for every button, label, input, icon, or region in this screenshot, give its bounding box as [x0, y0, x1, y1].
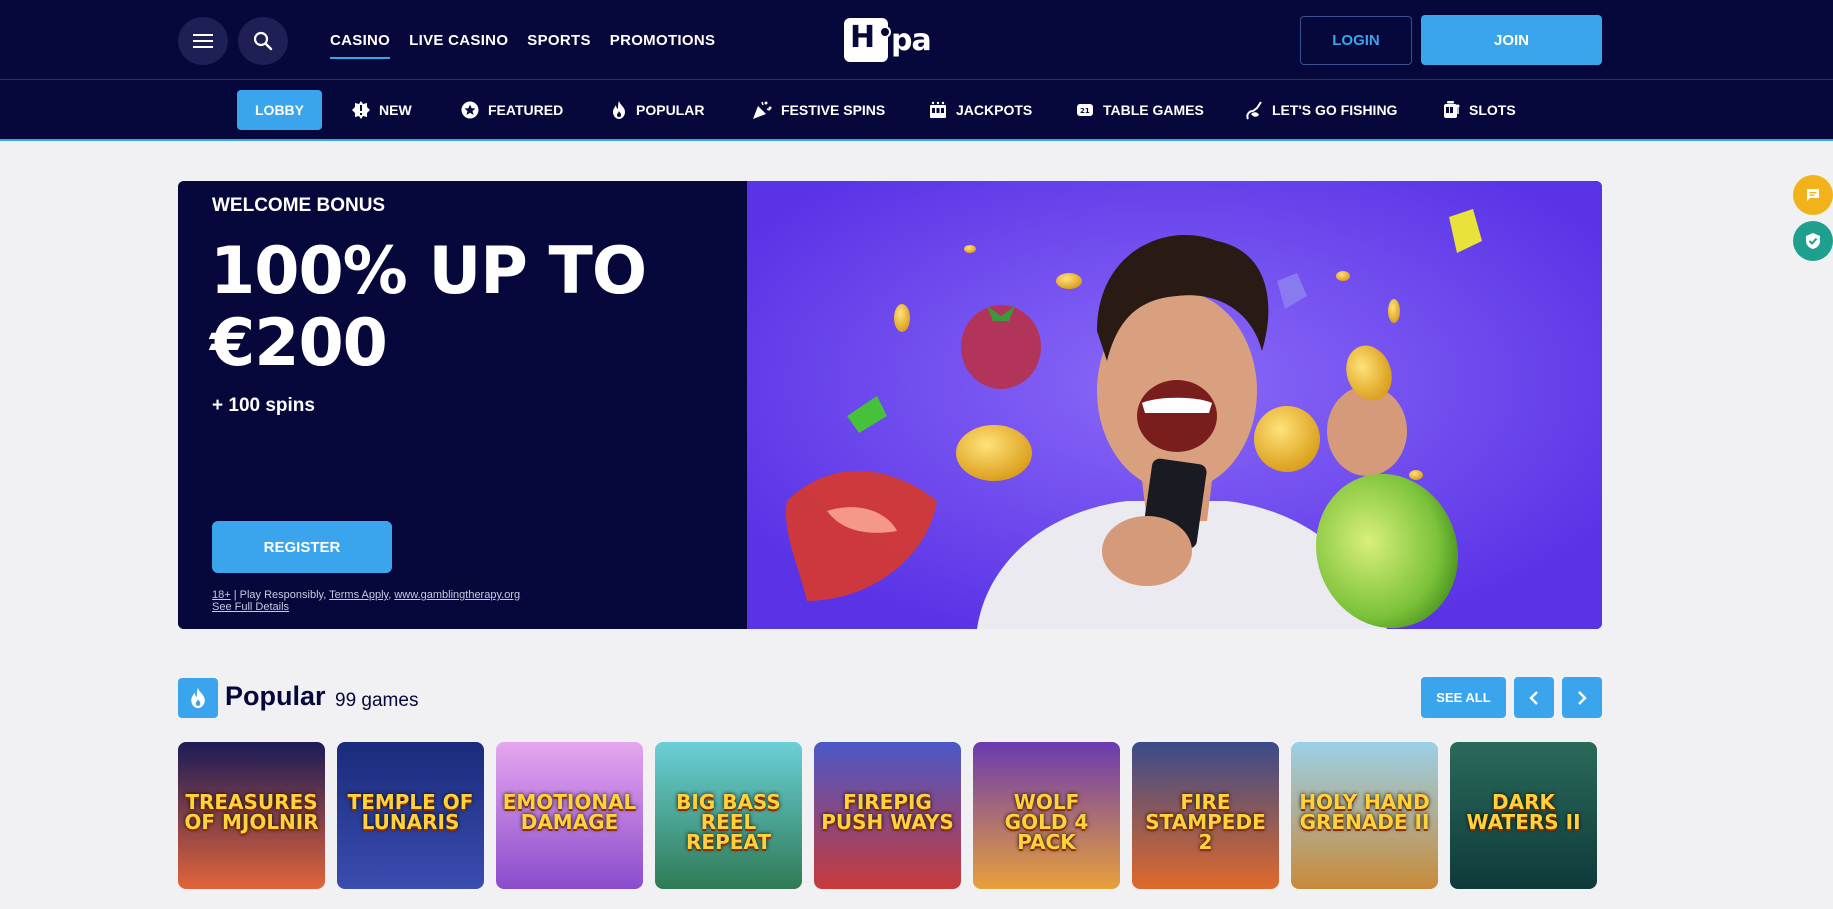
- section-title: Popular: [225, 681, 326, 711]
- chevron-left-icon: [1529, 690, 1538, 705]
- game-tile[interactable]: TEMPLE OF LUNARIS: [337, 742, 484, 889]
- see-all-button[interactable]: SEE ALL: [1421, 677, 1506, 718]
- terms-link[interactable]: Terms Apply: [329, 589, 388, 601]
- main-nav: CASINO LIVE CASINO SPORTS PROMOTIONS: [330, 0, 715, 80]
- join-button[interactable]: JOIN: [1421, 15, 1602, 65]
- game-title: DARK WATERS II: [1466, 790, 1581, 834]
- login-button[interactable]: LOGIN: [1300, 16, 1412, 65]
- game-tile[interactable]: FIREPIG PUSH WAYS: [814, 742, 961, 889]
- banner-text-panel: WELCOME BONUS 100% UP TO €200 + 100 spin…: [178, 181, 747, 629]
- slot-icon: [1444, 101, 1460, 118]
- game-title: FIREPIG PUSH WAYS: [821, 790, 954, 834]
- shield-check-icon: [1806, 233, 1820, 249]
- category-bar: LOBBY NEW FEATURED POPULAR FESTIVE SPINS…: [0, 80, 1833, 141]
- top-navigation-bar: CASINO LIVE CASINO SPORTS PROMOTIONS H p…: [0, 0, 1833, 80]
- gambling-therapy-link[interactable]: www.gamblingtherapy.org: [394, 589, 520, 601]
- nav-casino[interactable]: CASINO: [330, 26, 391, 59]
- category-label: LET'S GO FISHING: [1272, 102, 1398, 118]
- flame-icon: [613, 101, 625, 119]
- category-label: TABLE GAMES: [1103, 102, 1204, 118]
- game-title: EMOTIONAL DAMAGE: [502, 790, 637, 834]
- game-tile[interactable]: EMOTIONAL DAMAGE: [496, 742, 643, 889]
- game-title: WOLF GOLD 4 PACK: [1004, 790, 1089, 854]
- banner-image: [747, 181, 1602, 629]
- game-title: TEMPLE OF LUNARIS: [347, 790, 474, 834]
- age-link[interactable]: 18+: [212, 589, 231, 601]
- game-tile[interactable]: TREASURES OF MJOLNIR: [178, 742, 325, 889]
- nav-sports[interactable]: SPORTS: [527, 26, 590, 55]
- hamburger-icon: [193, 34, 213, 48]
- category-lets-go-fishing[interactable]: LET'S GO FISHING: [1245, 90, 1397, 130]
- security-button[interactable]: [1793, 221, 1833, 261]
- register-button[interactable]: REGISTER: [212, 521, 392, 573]
- banner-eyebrow: WELCOME BONUS: [212, 195, 386, 216]
- cards-icon: 21: [1077, 104, 1093, 116]
- game-title: BIG BASS REEL REPEAT: [676, 790, 781, 854]
- game-tile[interactable]: DARK WATERS II: [1450, 742, 1597, 889]
- category-label: JACKPOTS: [956, 102, 1033, 118]
- fish-icon: [1246, 101, 1262, 120]
- category-label: FESTIVE SPINS: [781, 102, 886, 118]
- game-title: FIRE STAMPEDE 2: [1145, 790, 1266, 854]
- category-festive-spins[interactable]: FESTIVE SPINS: [752, 90, 885, 130]
- category-lobby[interactable]: LOBBY: [237, 90, 322, 130]
- chevron-right-icon: [1578, 690, 1587, 705]
- game-title: HOLY HAND GRENADE II: [1299, 790, 1430, 834]
- chat-icon: [1807, 189, 1819, 201]
- full-details-link[interactable]: See Full Details: [212, 601, 289, 613]
- jackpot-icon: [930, 101, 946, 118]
- search-icon: [253, 31, 273, 51]
- nav-promotions[interactable]: PROMOTIONS: [610, 26, 716, 55]
- previous-button[interactable]: [1514, 677, 1554, 718]
- banner-subtitle: + 100 spins: [212, 395, 315, 416]
- category-table-games[interactable]: 21 TABLE GAMES: [1076, 90, 1204, 130]
- new-icon: [352, 101, 370, 119]
- popular-section-icon: [178, 678, 218, 718]
- category-jackpots[interactable]: JACKPOTS: [929, 90, 1032, 130]
- game-tile[interactable]: WOLF GOLD 4 PACK: [973, 742, 1120, 889]
- category-new[interactable]: NEW: [352, 90, 412, 130]
- next-button[interactable]: [1562, 677, 1602, 718]
- category-label: POPULAR: [636, 102, 705, 118]
- banner-title: 100% UP TO €200: [210, 234, 647, 381]
- chat-button[interactable]: [1793, 175, 1833, 215]
- category-label: SLOTS: [1469, 102, 1516, 118]
- game-tile[interactable]: HOLY HAND GRENADE II: [1291, 742, 1438, 889]
- nav-live-casino[interactable]: LIVE CASINO: [409, 26, 508, 55]
- category-popular[interactable]: POPULAR: [611, 90, 704, 130]
- category-label: LOBBY: [255, 102, 304, 118]
- legal-text: 18+ | Play Responsibly, Terms Apply, www…: [212, 589, 521, 613]
- party-icon: [753, 101, 772, 119]
- hopa-logo[interactable]: H pa: [844, 18, 932, 62]
- category-label: FEATURED: [488, 102, 564, 118]
- flame-icon: [191, 687, 205, 709]
- game-title: TREASURES OF MJOLNIR: [184, 790, 319, 834]
- welcome-bonus-banner: WELCOME BONUS 100% UP TO €200 + 100 spin…: [178, 181, 1602, 629]
- svg-text:21: 21: [1080, 107, 1090, 115]
- section-game-count: 99 games: [335, 690, 419, 711]
- banner-illustration: [747, 181, 1602, 629]
- search-button[interactable]: [238, 17, 288, 65]
- category-slots[interactable]: SLOTS: [1443, 90, 1516, 130]
- game-tile[interactable]: BIG BASS REEL REPEAT: [655, 742, 802, 889]
- menu-button[interactable]: [178, 17, 228, 65]
- game-tile[interactable]: FIRE STAMPEDE 2: [1132, 742, 1279, 889]
- star-icon: [461, 101, 479, 119]
- category-label: NEW: [379, 102, 412, 118]
- category-featured[interactable]: FEATURED: [461, 90, 563, 130]
